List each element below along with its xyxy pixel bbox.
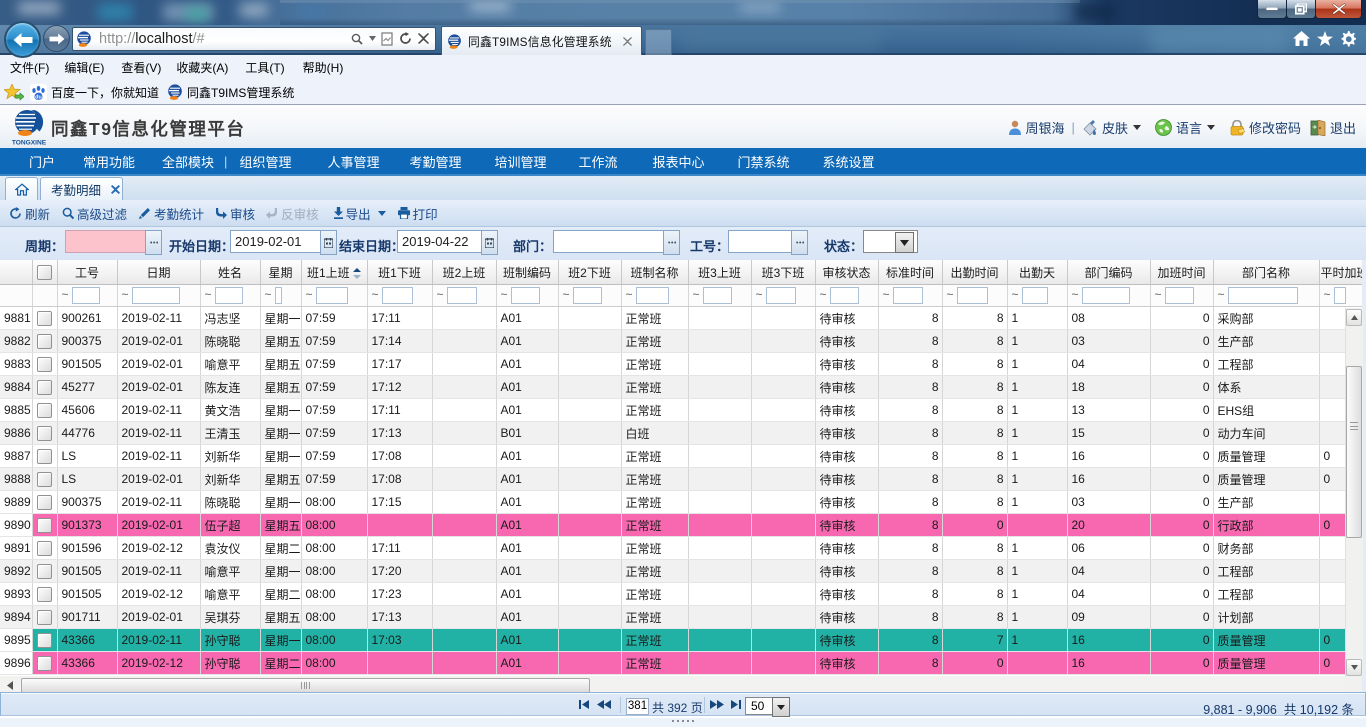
svg-text:TONGXINE: TONGXINE [12, 140, 47, 147]
svg-text:du: du [35, 94, 42, 100]
